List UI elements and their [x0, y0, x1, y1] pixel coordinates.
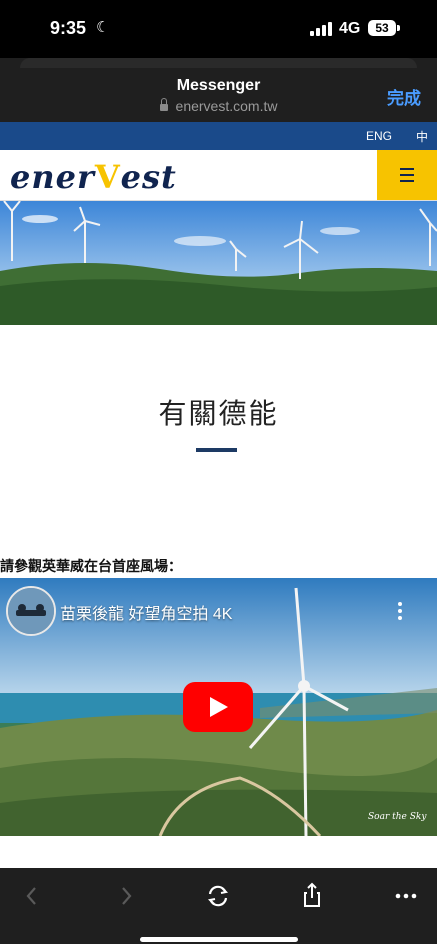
- lock-icon: [159, 98, 168, 111]
- hero-banner-image: [0, 201, 437, 325]
- battery-icon: 53: [368, 20, 396, 36]
- sheet-edge: [20, 58, 417, 68]
- language-bar: ENG 中: [0, 122, 437, 150]
- site-header: enerVest: [0, 150, 437, 201]
- browser-header: Messenger enervest.com.tw 完成: [0, 58, 437, 122]
- intro-text: 請參觀英華威在台首座風場：: [0, 558, 182, 574]
- browser-toolbar: [0, 868, 437, 944]
- video-more-icon[interactable]: [398, 602, 402, 620]
- lang-eng-link[interactable]: ENG: [366, 129, 392, 143]
- youtube-video-embed[interactable]: 苗栗後龍 好望角空拍 4K Soar the Sky: [0, 578, 437, 836]
- channel-avatar[interactable]: [6, 586, 56, 636]
- battery-tip: [397, 25, 400, 31]
- video-watermark: Soar the Sky: [368, 812, 427, 822]
- chevron-left-icon[interactable]: [14, 878, 50, 914]
- reload-icon[interactable]: [200, 878, 236, 914]
- hamburger-icon: [400, 168, 414, 170]
- video-title[interactable]: 苗栗後龍 好望角空拍 4K: [60, 600, 232, 624]
- url-text: enervest.com.tw: [175, 98, 278, 114]
- chevron-right-icon[interactable]: [108, 878, 144, 914]
- browser-title: Messenger: [176, 77, 261, 94]
- play-button-icon[interactable]: [183, 682, 253, 732]
- done-button[interactable]: 完成: [387, 84, 421, 109]
- status-bar: 9:35 ☾ 4G 53: [0, 0, 437, 58]
- share-icon[interactable]: [294, 878, 330, 914]
- network-type: 4G: [339, 20, 361, 37]
- title-underline: [196, 448, 237, 452]
- moon-icon: ☾: [96, 19, 110, 36]
- site-logo[interactable]: enerVest: [10, 158, 177, 196]
- more-icon[interactable]: [388, 878, 424, 914]
- cellular-signal-icon: [310, 22, 332, 36]
- page-title: 有關德能: [158, 398, 279, 429]
- lang-zh-link[interactable]: 中: [416, 128, 428, 145]
- home-indicator: [140, 937, 298, 942]
- web-page: ENG 中 enerVest 有關德能 請參觀英華威在台首座風場： 苗栗後龍 好…: [0, 122, 437, 868]
- hamburger-menu-button[interactable]: [377, 150, 437, 200]
- status-time: 9:35: [50, 18, 87, 38]
- browser-url[interactable]: enervest.com.tw: [0, 98, 437, 114]
